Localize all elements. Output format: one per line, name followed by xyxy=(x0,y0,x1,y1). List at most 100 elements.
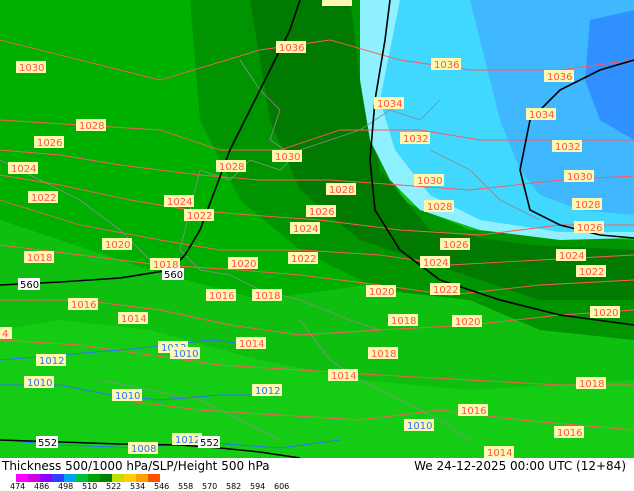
map-canvas: 1036 1036 1036 1030 1028 1026 1024 1022 … xyxy=(0,0,634,458)
slp-label: 1024 xyxy=(420,256,450,269)
svg-text:1020: 1020 xyxy=(593,308,618,319)
map-footer: Thickness 500/1000 hPa/SLP/Height 500 hP… xyxy=(0,458,634,491)
color-scale-swatch xyxy=(148,474,160,482)
svg-text:1034: 1034 xyxy=(377,99,402,110)
color-scale-swatch xyxy=(88,474,100,482)
height-label: 560 xyxy=(162,268,184,281)
svg-text:1010: 1010 xyxy=(115,391,140,402)
svg-text:1026: 1026 xyxy=(309,207,334,218)
svg-text:1016: 1016 xyxy=(209,291,234,302)
svg-text:1034: 1034 xyxy=(529,110,554,121)
slp-label: 1020 xyxy=(452,315,482,328)
weather-map: 1036 1036 1036 1030 1028 1026 1024 1022 … xyxy=(0,0,634,458)
color-scale-swatch xyxy=(52,474,64,482)
svg-text:1012: 1012 xyxy=(39,356,64,367)
slp-label: 1020 xyxy=(590,306,620,319)
svg-text:1010: 1010 xyxy=(407,421,432,432)
svg-text:1020: 1020 xyxy=(231,259,256,270)
svg-text:1012: 1012 xyxy=(175,435,200,446)
svg-text:1032: 1032 xyxy=(403,134,428,145)
svg-text:1020: 1020 xyxy=(105,240,130,251)
svg-text:1030: 1030 xyxy=(275,152,300,163)
color-scale-swatch xyxy=(64,474,76,482)
slp-label: 1036 xyxy=(276,41,306,54)
svg-text:1022: 1022 xyxy=(579,267,604,278)
svg-text:1020: 1020 xyxy=(369,287,394,298)
slp-label: 1028 xyxy=(572,198,602,211)
color-scale-swatch xyxy=(28,474,40,482)
slp-label: 1030 xyxy=(564,170,594,183)
slp-label: 1028 xyxy=(76,119,106,132)
svg-text:1016: 1016 xyxy=(557,428,582,439)
slp-label: 1022 xyxy=(184,209,214,222)
svg-text:1020: 1020 xyxy=(455,317,480,328)
svg-text:1018: 1018 xyxy=(371,349,396,360)
slp-label: 1024 xyxy=(290,222,320,235)
slp-label: 1024 xyxy=(164,195,194,208)
color-scale-swatch xyxy=(16,474,28,482)
svg-text:560: 560 xyxy=(164,270,183,281)
svg-text:1022: 1022 xyxy=(31,193,56,204)
slp-label: 1022 xyxy=(288,252,318,265)
slp-label: 1018 xyxy=(388,314,418,327)
svg-text:1026: 1026 xyxy=(443,240,468,251)
map-title: Thickness 500/1000 hPa/SLP/Height 500 hP… xyxy=(2,459,270,473)
map-valid-time: We 24-12-2025 00:00 UTC (12+84) xyxy=(414,459,626,473)
slp-label xyxy=(322,0,352,6)
slp-label: 1028 xyxy=(326,183,356,196)
svg-text:552: 552 xyxy=(38,438,57,449)
svg-text:1030: 1030 xyxy=(567,172,592,183)
slp-label: 1010 xyxy=(112,389,142,402)
slp-label: 1024 xyxy=(8,162,38,175)
slp-label: 1018 xyxy=(24,251,54,264)
slp-label: 1022 xyxy=(28,191,58,204)
slp-label: 1018 xyxy=(368,347,398,360)
svg-text:1036: 1036 xyxy=(434,60,459,71)
slp-label: 1030 xyxy=(414,174,444,187)
svg-text:1036: 1036 xyxy=(279,43,304,54)
svg-text:1012: 1012 xyxy=(255,386,280,397)
slp-label: 1016 xyxy=(206,289,236,302)
slp-label: 1016 xyxy=(554,426,584,439)
svg-text:1018: 1018 xyxy=(27,253,52,264)
svg-text:1010: 1010 xyxy=(173,349,198,360)
svg-text:1018: 1018 xyxy=(391,316,416,327)
color-scale-swatch xyxy=(76,474,88,482)
slp-label: 1010 xyxy=(24,376,54,389)
slp-label: 1014 xyxy=(484,446,514,458)
slp-label: 1012 xyxy=(172,433,202,446)
svg-text:1010: 1010 xyxy=(27,378,52,389)
svg-text:1022: 1022 xyxy=(187,211,212,222)
color-scale-swatch xyxy=(136,474,148,482)
svg-text:1030: 1030 xyxy=(417,176,442,187)
svg-text:1022: 1022 xyxy=(433,285,458,296)
slp-label: 1010 xyxy=(170,347,200,360)
slp-label: 1020 xyxy=(102,238,132,251)
slp-label: 1014 xyxy=(118,312,148,325)
svg-text:1016: 1016 xyxy=(461,406,486,417)
slp-label: 1014 xyxy=(328,369,358,382)
slp-label: 1028 xyxy=(216,160,246,173)
slp-label: 1034 xyxy=(526,108,556,121)
slp-label: 1026 xyxy=(306,205,336,218)
color-scale-swatch xyxy=(100,474,112,482)
svg-text:1018: 1018 xyxy=(579,379,604,390)
svg-text:1028: 1028 xyxy=(79,121,104,132)
slp-label: 1016 xyxy=(68,298,98,311)
slp-label: 1012 xyxy=(252,384,282,397)
slp-label: 1022 xyxy=(430,283,460,296)
svg-text:1026: 1026 xyxy=(37,138,62,149)
slp-label: 1034 xyxy=(374,97,404,110)
slp-label: 1020 xyxy=(228,257,258,270)
slp-label: 1026 xyxy=(440,238,470,251)
slp-label: 1014 xyxy=(236,337,266,350)
svg-text:1036: 1036 xyxy=(547,72,572,83)
svg-text:1032: 1032 xyxy=(555,142,580,153)
svg-text:1024: 1024 xyxy=(11,164,36,175)
svg-text:1024: 1024 xyxy=(559,251,584,262)
slp-label: 1018 xyxy=(576,377,606,390)
svg-text:1018: 1018 xyxy=(255,291,280,302)
slp-label: 1020 xyxy=(366,285,396,298)
svg-text:1014: 1014 xyxy=(487,448,512,458)
svg-text:552: 552 xyxy=(200,438,219,449)
